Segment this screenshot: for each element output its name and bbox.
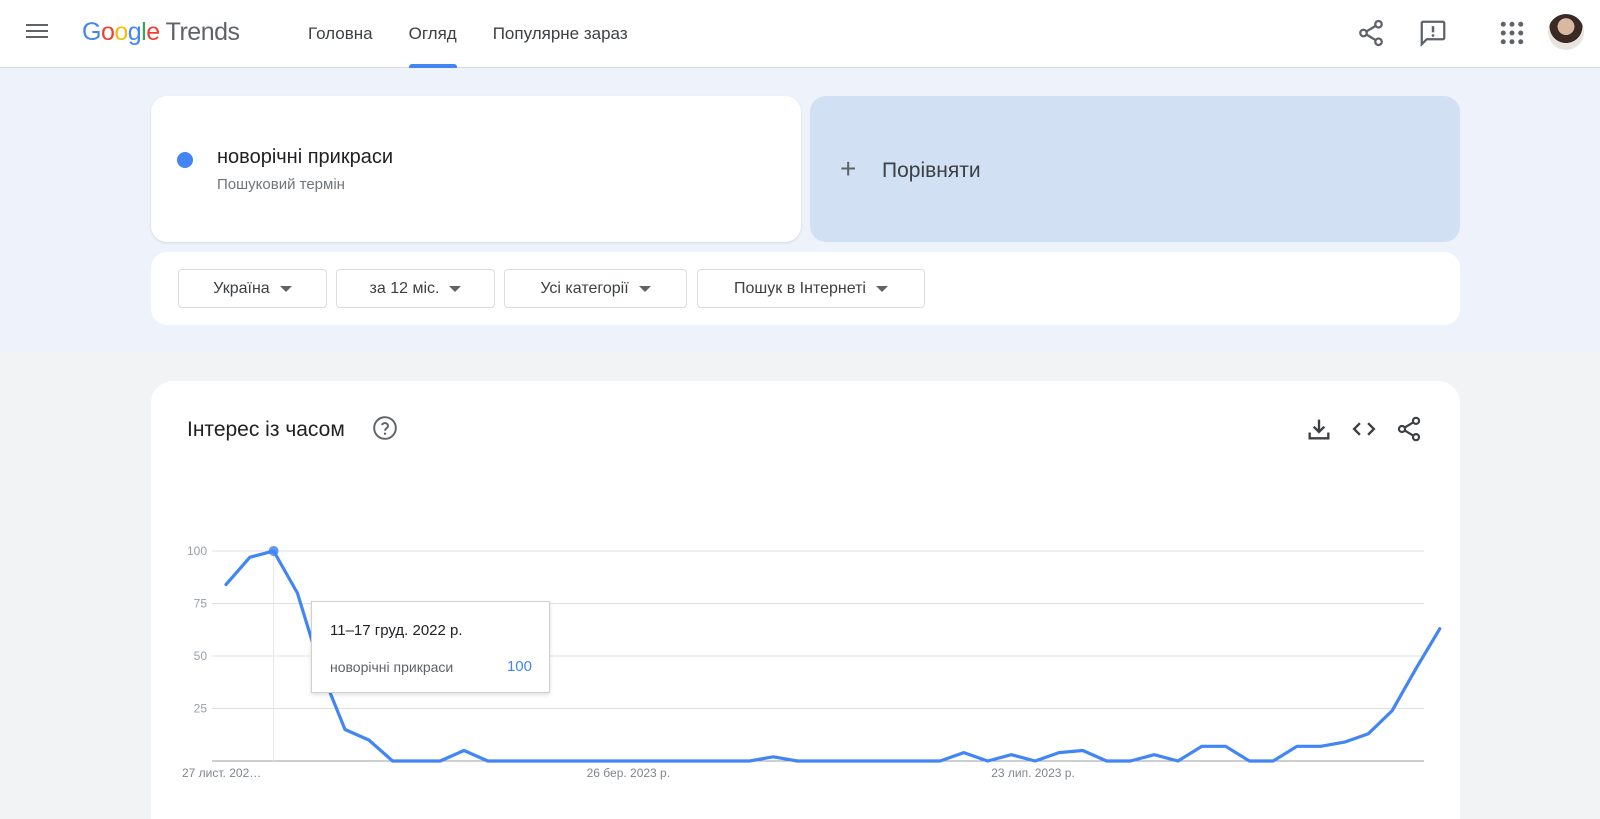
x-tick-label: 27 лист. 202… bbox=[182, 766, 261, 780]
tooltip-value: 100 bbox=[506, 658, 532, 675]
interest-line-chart[interactable]: 25 50 75 100 27 лист. 202… 26 бер. 2023 р. 23 … bbox=[0, 0, 1600, 819]
y-tick-label: 25 bbox=[194, 702, 208, 716]
x-tick-label: 26 бер. 2023 р. bbox=[587, 766, 670, 780]
tooltip-term: новорічні прикраси bbox=[330, 659, 454, 675]
chart-tooltip: 11–17 груд. 2022 р. новорічні прикраси 1… bbox=[311, 601, 550, 693]
y-tick-label: 75 bbox=[194, 597, 208, 611]
y-tick-label: 100 bbox=[187, 544, 207, 558]
x-tick-label: 23 лип. 2023 р. bbox=[991, 766, 1075, 780]
tooltip-date: 11–17 груд. 2022 р. bbox=[330, 622, 463, 639]
y-tick-label: 50 bbox=[194, 649, 208, 663]
highlighted-data-point bbox=[268, 546, 279, 556]
